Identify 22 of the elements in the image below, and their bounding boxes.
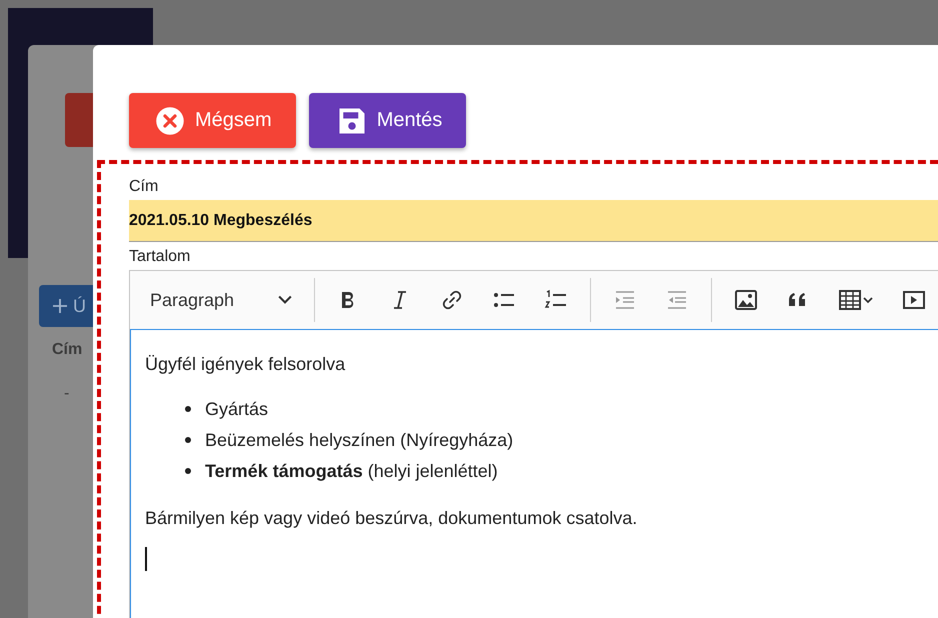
paragraph: Bármilyen kép vagy videó beszúrva, dokumentumok csatolva.	[145, 508, 638, 529]
save-icon	[336, 106, 367, 136]
editor-content[interactable]: Ügyfél igények felsorolva Gyártás Beüzemelés helyszínen (Nyíregyháza) Termék támogatás (helyi jelenléttel) Bármilyen kép vagy videó beszúrva, dokumentumok csatolva.	[130, 329, 938, 618]
bullet-icon	[185, 436, 191, 442]
save-button[interactable]: Mentés	[308, 93, 466, 148]
table-header: Cím	[52, 341, 82, 359]
bullet-icon	[185, 468, 191, 474]
field-label: Cím	[129, 178, 160, 196]
table-cell: -	[64, 385, 70, 403]
list-item: Termék támogatás (helyi jelenléttel)	[205, 460, 498, 482]
close-icon	[155, 106, 185, 136]
paragraph: Ügyfél igények felsorolva	[145, 354, 346, 375]
field-label: Tartalom	[129, 248, 192, 266]
text-cursor	[145, 547, 146, 571]
bullet-icon	[185, 406, 191, 412]
title-input[interactable]: 2021.05.10 Megbeszélés	[129, 200, 938, 242]
list-item: Gyártás	[205, 398, 268, 420]
cancel-button[interactable]: Mégsem	[129, 93, 296, 148]
plus-icon	[53, 299, 67, 313]
chevron-down-icon	[278, 295, 292, 305]
list-item: Beüzemelés helyszínen (Nyíregyháza)	[205, 428, 514, 452]
heading-dropdown[interactable]: Paragraph	[138, 290, 304, 310]
